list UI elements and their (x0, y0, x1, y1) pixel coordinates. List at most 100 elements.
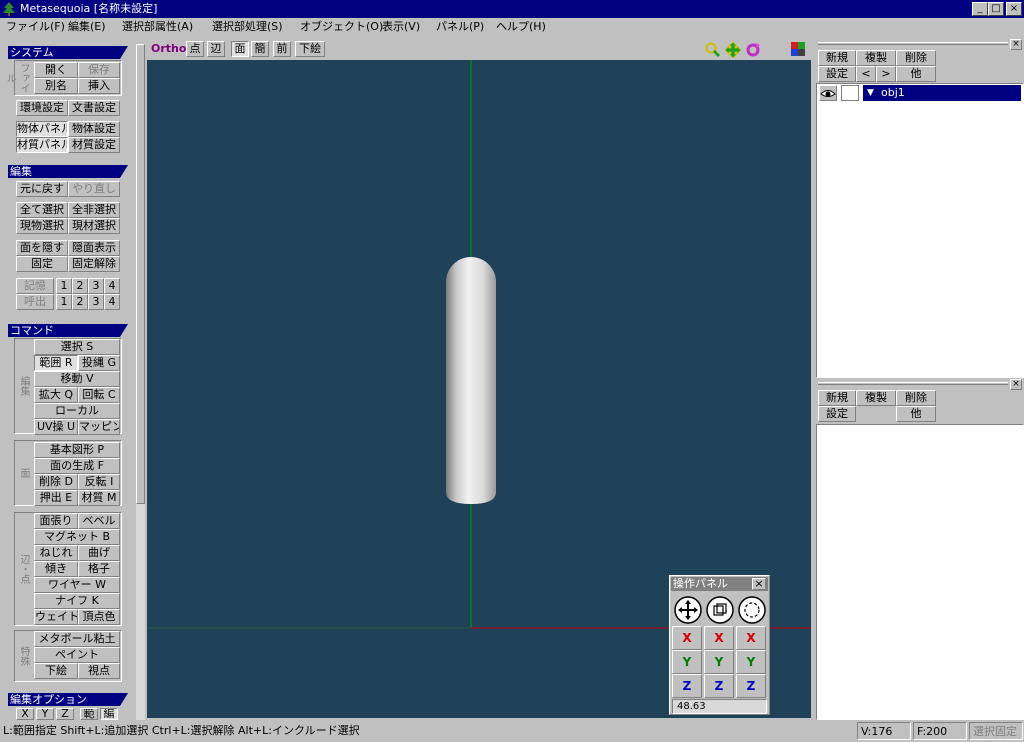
menu-selection-attr[interactable]: 選択部属性(A) (120, 18, 195, 36)
select-current-material-button[interactable]: 現材選択 (68, 218, 120, 234)
view-face-toggle[interactable]: 面 (231, 41, 249, 57)
magnet-tool-button[interactable]: マグネット B (34, 529, 120, 545)
view-edge-toggle[interactable]: 辺 (207, 41, 225, 57)
ortho-toggle[interactable]: Ortho (151, 42, 186, 55)
bevel-tool-button[interactable]: ベベル (78, 513, 120, 529)
y-axis-button-scale[interactable]: Y (704, 650, 734, 674)
weight-tool-button[interactable]: ウェイト (34, 609, 78, 625)
menu-file[interactable]: ファイル(F) (4, 18, 67, 36)
axis-x-toggle[interactable]: X (16, 708, 34, 720)
insert-button[interactable]: 挿入 (78, 78, 120, 94)
metaball-tool-button[interactable]: メタボール粘土 (34, 631, 120, 647)
recall-slot-2[interactable]: 2 (72, 294, 88, 310)
axis-y-toggle[interactable]: Y (36, 708, 54, 720)
paint-tool-button[interactable]: ペイント (34, 647, 120, 663)
rotate-mode-icon[interactable] (737, 595, 767, 625)
view-front-toggle[interactable]: 前 (273, 41, 291, 57)
object-prev-button[interactable]: < (856, 66, 876, 82)
open-button[interactable]: 開く (34, 62, 78, 78)
vertex-color-tool-button[interactable]: 頂点色 (78, 609, 120, 625)
redo-button[interactable]: やり直し (68, 181, 120, 197)
menu-view[interactable]: 表示(V) (380, 18, 422, 36)
underlay-tool-button[interactable]: 下絵 (34, 663, 78, 679)
fix-button[interactable]: 固定 (16, 256, 68, 272)
expand-triangle-icon[interactable]: ▼ (867, 85, 874, 101)
knife-tool-button[interactable]: ナイフ K (34, 593, 120, 609)
face-stretch-tool-button[interactable]: 面張り (34, 513, 78, 529)
x-axis-button-rotate[interactable]: X (736, 626, 766, 650)
object-settings-button[interactable]: 物体設定 (68, 121, 120, 137)
recall-slot-3[interactable]: 3 (88, 294, 104, 310)
restore-button[interactable]: □ (988, 2, 1004, 16)
recall-slot-4[interactable]: 4 (104, 294, 120, 310)
view-underlay-toggle[interactable]: 下絵 (295, 41, 325, 57)
show-hidden-button[interactable]: 隠面表示 (68, 240, 120, 256)
object-panel-button[interactable]: 物体パネル (16, 121, 68, 137)
material-delete-button[interactable]: 削除 (896, 390, 936, 406)
undo-button[interactable]: 元に戻す (16, 181, 68, 197)
material-tool-button[interactable]: 材質 M (78, 490, 120, 506)
viewpoint-tool-button[interactable]: 視点 (78, 663, 120, 679)
close-button[interactable]: × (1006, 2, 1022, 16)
lock-toggle[interactable] (841, 85, 859, 101)
object-next-button[interactable]: > (876, 66, 896, 82)
material-other-button[interactable]: 他 (896, 406, 936, 422)
material-settings-button[interactable]: 設定 (818, 406, 856, 422)
menu-help[interactable]: ヘルプ(H) (494, 18, 548, 36)
object-settings-button[interactable]: 設定 (818, 66, 856, 82)
rotate-view-icon[interactable] (745, 42, 761, 58)
fix-selection-indicator[interactable]: 選択固定 (969, 722, 1023, 740)
extrude-tool-button[interactable]: 押出 E (34, 490, 78, 506)
primitive-tool-button[interactable]: 基本図形 P (34, 442, 120, 458)
recall-slot-1[interactable]: 1 (56, 294, 72, 310)
object-delete-button[interactable]: 削除 (896, 50, 936, 66)
mapping-tool-button[interactable]: マッピング (78, 419, 120, 435)
create-face-tool-button[interactable]: 面の生成 F (34, 458, 120, 474)
range-tool-button[interactable]: 範囲 R (34, 355, 78, 371)
scale-mode-icon[interactable] (705, 595, 735, 625)
move-mode-icon[interactable] (673, 595, 703, 625)
view-point-toggle[interactable]: 点 (186, 41, 204, 57)
doc-settings-button[interactable]: 文書設定 (68, 100, 120, 116)
scrollbar-thumb[interactable] (136, 44, 145, 504)
view-simple-toggle[interactable]: 簡 (251, 41, 269, 57)
material-panel-grip[interactable]: × (816, 379, 1024, 390)
recall-button[interactable]: 呼出 (16, 294, 54, 310)
uv-tool-button[interactable]: UV操 U (34, 419, 78, 435)
material-panel-button[interactable]: 材質パネル (16, 137, 68, 153)
memory-slot-3[interactable]: 3 (88, 278, 104, 294)
memory-slot-2[interactable]: 2 (72, 278, 88, 294)
scale-tool-button[interactable]: 拡大 Q (34, 387, 78, 403)
object-other-button[interactable]: 他 (896, 66, 936, 82)
select-tool-button[interactable]: 選択 S (34, 339, 120, 355)
y-axis-button-move[interactable]: Y (672, 650, 702, 674)
local-tool-button[interactable]: ローカル (34, 403, 120, 419)
bend-tool-button[interactable]: 曲げ (78, 545, 120, 561)
z-axis-button-scale[interactable]: Z (704, 674, 734, 698)
axis-z-toggle[interactable]: Z (56, 708, 74, 720)
select-current-object-button[interactable]: 現物選択 (16, 218, 68, 234)
menu-panel[interactable]: パネル(P) (434, 18, 486, 36)
capsule-object[interactable] (446, 257, 496, 504)
visibility-eye-icon[interactable] (819, 85, 837, 101)
delete-tool-button[interactable]: 削除 D (34, 474, 78, 490)
edit-option-toggle[interactable]: 編 (100, 708, 118, 720)
tilt-tool-button[interactable]: 傾き (34, 561, 78, 577)
material-new-button[interactable]: 新規 (818, 390, 856, 406)
x-axis-button-move[interactable]: X (672, 626, 702, 650)
unfix-button[interactable]: 固定解除 (68, 256, 120, 272)
material-copy-button[interactable]: 複製 (856, 390, 896, 406)
memory-slot-1[interactable]: 1 (56, 278, 72, 294)
object-new-button[interactable]: 新規 (818, 50, 856, 66)
save-button[interactable]: 保存 (78, 62, 120, 78)
material-settings-button[interactable]: 材質設定 (68, 137, 120, 153)
view-layout-icon[interactable] (791, 42, 805, 56)
menu-edit[interactable]: 編集(E) (66, 18, 108, 36)
range-option-toggle[interactable]: 範 (80, 708, 98, 720)
twist-tool-button[interactable]: ねじれ (34, 545, 78, 561)
minimize-button[interactable]: _ (972, 2, 988, 16)
object-panel-grip[interactable]: × (816, 39, 1024, 50)
deselect-all-button[interactable]: 全非選択 (68, 202, 120, 218)
y-axis-button-rotate[interactable]: Y (736, 650, 766, 674)
rotate-tool-button[interactable]: 回転 C (78, 387, 120, 403)
